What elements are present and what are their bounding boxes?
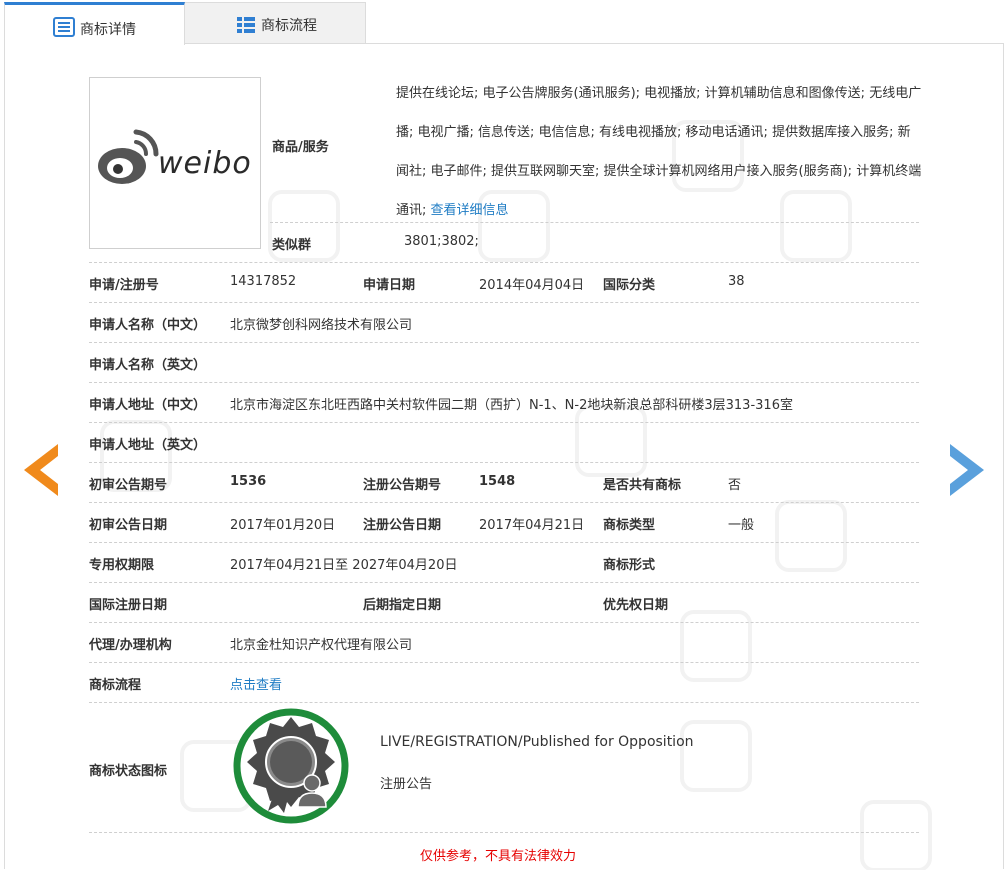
reg-pub-no-value: 1548: [479, 474, 516, 489]
later-date-label: 后期指定日期: [363, 598, 442, 613]
flow-label: 商标流程: [89, 678, 142, 693]
shared-label: 是否共有商标: [603, 478, 682, 493]
address-cn-label: 申请人地址（中文）: [89, 398, 207, 413]
agent-label: 代理/办理机构: [89, 638, 172, 653]
tm-form-label: 商标形式: [603, 558, 656, 573]
disclaimer-note: 仅供参考，不具有法律效力: [420, 849, 577, 864]
goods-label: 商品/服务: [272, 140, 329, 155]
intl-class-value: 38: [728, 274, 745, 289]
applicant-cn-value: 北京微梦创科网络技术有限公司: [230, 318, 413, 333]
status-badge-icon: [233, 708, 349, 824]
prelim-no-value: 1536: [230, 474, 267, 489]
divider: [89, 342, 919, 343]
next-arrow-icon[interactable]: [950, 444, 984, 496]
tab-trademark-detail[interactable]: 商标详情: [4, 2, 185, 45]
tm-type-value: 一般: [728, 518, 755, 533]
status-cn-text: 注册公告: [380, 777, 433, 792]
divider: [270, 222, 919, 223]
exclusive-label: 专用权期限: [89, 558, 155, 573]
status-en-text: LIVE/REGISTRATION/Published for Oppositi…: [380, 734, 694, 750]
similar-group-value: 3801;3802;: [404, 234, 479, 249]
reg-pub-date-value: 2017年04月21日: [479, 518, 585, 533]
address-en-label: 申请人地址（英文）: [89, 438, 207, 453]
priority-date-label: 优先权日期: [603, 598, 669, 613]
applicant-cn-label: 申请人名称（中文）: [89, 318, 207, 333]
prelim-date-label: 初审公告日期: [89, 518, 168, 533]
divider: [89, 302, 919, 303]
divider: [89, 542, 919, 543]
reg-no-label: 申请/注册号: [89, 278, 159, 293]
apply-date-label: 申请日期: [363, 278, 416, 293]
divider: [89, 582, 919, 583]
goods-services-text: 提供在线论坛; 电子公告牌服务(通讯服务); 电视播放; 计算机辅助信息和图像传…: [396, 74, 922, 230]
agent-value: 北京金杜知识产权代理有限公司: [230, 638, 413, 653]
address-cn-value: 北京市海淀区东北旺西路中关村软件园二期（西扩）N-1、N-2地块新浪总部科研楼3…: [230, 398, 793, 413]
exclusive-value: 2017年04月21日至 2027年04月20日: [230, 558, 458, 573]
status-icon-label: 商标状态图标: [89, 764, 168, 779]
reg-pub-no-label: 注册公告期号: [363, 478, 442, 493]
intl-class-label: 国际分类: [603, 278, 656, 293]
view-details-link[interactable]: 查看详细信息: [431, 203, 509, 218]
weibo-logo-icon: [98, 129, 159, 184]
divider: [89, 462, 919, 463]
divider: [89, 832, 919, 833]
divider: [89, 382, 919, 383]
tab-trademark-process[interactable]: 商标流程: [184, 2, 366, 44]
divider: [89, 422, 919, 423]
shared-value: 否: [728, 478, 742, 493]
applicant-en-label: 申请人名称（英文）: [89, 358, 207, 373]
trademark-image: weibo: [89, 77, 261, 249]
divider: [89, 502, 919, 503]
logo-wordmark: weibo: [158, 146, 252, 181]
tm-type-label: 商标类型: [603, 518, 656, 533]
goods-list: 提供在线论坛; 电子公告牌服务(通讯服务); 电视播放; 计算机辅助信息和图像传…: [396, 86, 922, 218]
tab-label: 商标流程: [261, 18, 317, 34]
divider: [89, 702, 919, 703]
prelim-no-label: 初审公告期号: [89, 478, 168, 493]
divider: [89, 622, 919, 623]
divider: [89, 262, 919, 263]
apply-date-value: 2014年04月04日: [479, 278, 585, 293]
prelim-date-value: 2017年01月20日: [230, 518, 336, 533]
reg-pub-date-label: 注册公告日期: [363, 518, 442, 533]
list-icon: [53, 17, 75, 37]
intl-reg-date-label: 国际注册日期: [89, 598, 168, 613]
divider: [89, 662, 919, 663]
tab-label: 商标详情: [80, 22, 136, 38]
tab-bar: 商标详情 商标流程: [4, 2, 366, 45]
prev-arrow-icon[interactable]: [24, 444, 58, 496]
reg-no-value: 14317852: [230, 274, 297, 289]
view-flow-link[interactable]: 点击查看: [230, 674, 282, 693]
grid-list-icon: [237, 17, 255, 33]
similar-group-label: 类似群: [272, 238, 312, 253]
